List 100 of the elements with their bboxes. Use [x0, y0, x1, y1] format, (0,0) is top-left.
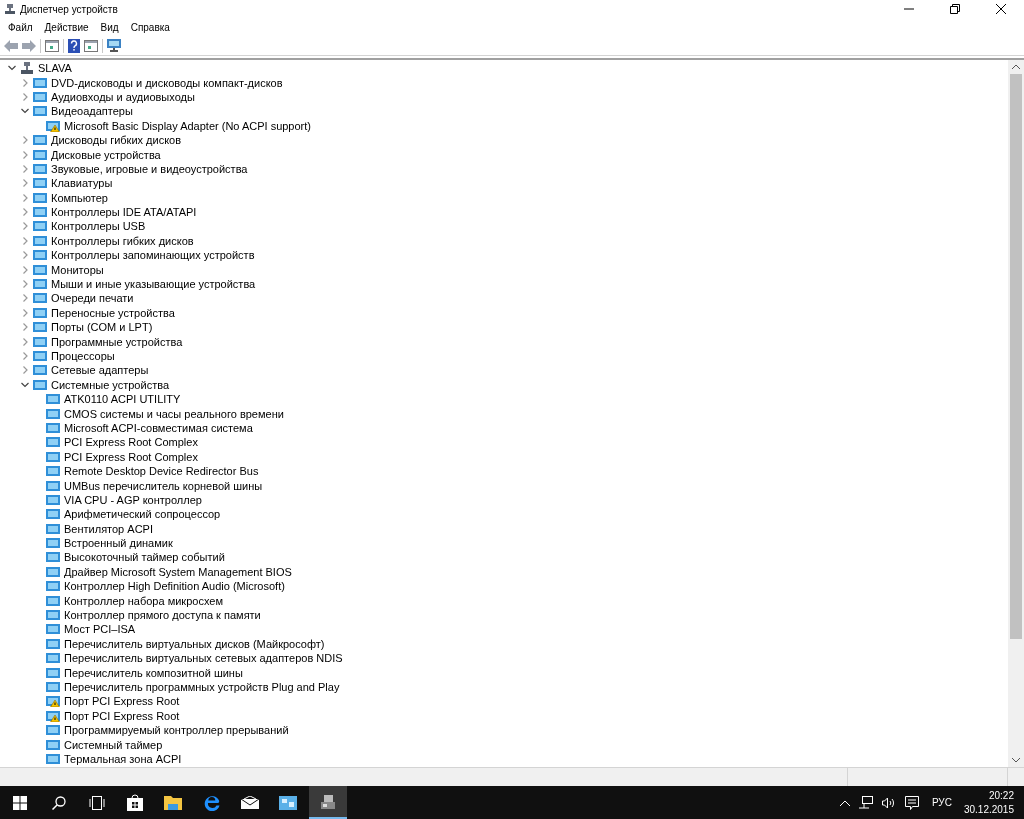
chevron-right-icon[interactable] [21, 294, 29, 303]
device-category[interactable]: Сетевые адаптеры [51, 363, 149, 378]
search-icon[interactable] [52, 795, 66, 810]
device-category[interactable]: Порты (COM и LPT) [51, 320, 153, 335]
device-item[interactable]: PCI Express Root Complex [64, 449, 198, 464]
device-item[interactable]: Термальная зона ACPI [64, 751, 182, 766]
device-item[interactable]: Мост PCI–ISA [64, 622, 136, 637]
scroll-down-icon[interactable] [1012, 758, 1020, 763]
device-category[interactable]: Процессоры [51, 349, 115, 363]
device-item[interactable]: Порт PCI Express Root [64, 694, 180, 709]
device-item[interactable]: Контроллер набора микросхем [64, 593, 223, 608]
clock-date[interactable]: 30.12.2015 [963, 802, 1014, 817]
chevron-right-icon[interactable] [21, 92, 29, 101]
language-indicator[interactable]: РУС [931, 795, 952, 810]
windows-start-icon[interactable] [13, 795, 27, 810]
browser-e-icon[interactable] [204, 794, 220, 811]
chevron-right-icon[interactable] [21, 337, 29, 346]
device-item[interactable]: Перечислитель виртуальных сетевых адаптеров NDIS [64, 651, 343, 666]
chevron-down-icon[interactable] [8, 64, 16, 73]
chevron-right-icon[interactable] [21, 366, 29, 375]
forward-arrow-icon[interactable] [22, 39, 36, 52]
chevron-right-icon[interactable] [21, 308, 29, 317]
device-item[interactable]: PCI Express Root Complex [64, 435, 198, 450]
chevron-right-icon[interactable] [21, 136, 29, 145]
device-item[interactable]: Встроенный динамик [64, 536, 173, 551]
device-category[interactable]: Контроллеры запоминающих устройств [51, 248, 255, 263]
device-category[interactable]: Аудиовходы и аудиовыходы [51, 89, 195, 104]
scrollbar[interactable] [1008, 60, 1024, 767]
device-item[interactable]: Перечислитель композитной шины [64, 665, 243, 680]
device-item[interactable]: Перечислитель виртуальных дисков (Майкрософт) [64, 636, 325, 651]
chevron-right-icon[interactable] [21, 150, 29, 159]
device-category[interactable]: Мониторы [51, 262, 104, 277]
shopping-bag-icon[interactable] [127, 794, 143, 811]
device-item[interactable]: Microsoft ACPI-совместимая система [64, 420, 253, 435]
scroll-up-icon[interactable] [1012, 64, 1020, 69]
device-item[interactable]: Арифметический сопроцессор [64, 507, 221, 522]
device-category[interactable]: Мыши и иные указывающие устройства [51, 277, 256, 292]
chevron-down-icon[interactable] [21, 380, 29, 389]
folder-icon[interactable] [164, 795, 182, 810]
device-category[interactable]: Видеоадаптеры [51, 104, 133, 119]
device-item[interactable]: Контроллер прямого доступа к памяти [64, 608, 261, 623]
device-item[interactable]: Высокоточный таймер событий [64, 550, 225, 565]
device-item[interactable]: Перечислитель программных устройств Plug and Play [64, 680, 340, 694]
help-icon[interactable] [68, 38, 80, 53]
window-icon[interactable] [84, 39, 98, 52]
device-item[interactable]: Порт PCI Express Root [64, 708, 180, 723]
menu-item[interactable]: Файл [2, 18, 39, 36]
chevron-down-icon[interactable] [21, 107, 29, 116]
chevron-right-icon[interactable] [21, 352, 29, 360]
menu-item[interactable]: Вид [94, 18, 125, 36]
device-category[interactable]: Переносные устройства [51, 305, 175, 320]
chevron-right-icon[interactable] [21, 222, 29, 231]
device-category[interactable]: Контроллеры гибких дисков [51, 233, 194, 248]
device-category[interactable]: Дисководы гибких дисков [51, 133, 182, 148]
chevron-right-icon[interactable] [21, 193, 29, 202]
device-category[interactable]: Звуковые, игровые и видеоустройства [51, 161, 248, 176]
device-item[interactable]: ATK0110 ACPI UTILITY [64, 392, 181, 407]
chevron-right-icon[interactable] [21, 236, 29, 245]
menu-item[interactable]: Справка [124, 18, 176, 36]
device-item[interactable]: Программируемый контроллер прерываний [64, 723, 289, 738]
device-category[interactable]: Дисковые устройства [51, 147, 161, 162]
notification-icon[interactable] [904, 795, 919, 810]
device-category[interactable]: DVD-дисководы и дисководы компакт-дисков [51, 75, 283, 90]
chevron-right-icon[interactable] [21, 265, 29, 274]
speaker-icon[interactable] [881, 796, 896, 809]
control-panel-icon[interactable] [279, 795, 297, 810]
device-category[interactable]: Контроллеры IDE ATA/ATAPI [51, 205, 197, 220]
menu-item[interactable]: Действие [38, 18, 95, 36]
device-category[interactable]: Системные устройства [51, 377, 169, 392]
device-item[interactable]: Вентилятор ACPI [64, 521, 153, 536]
device-category[interactable]: Клавиатуры [51, 176, 113, 191]
chevron-up-icon[interactable] [839, 799, 850, 806]
device-item[interactable]: CMOS системы и часы реального времени [64, 406, 284, 421]
envelope-icon[interactable] [241, 796, 259, 809]
device-category[interactable]: Контроллеры USB [51, 219, 146, 234]
device-item[interactable]: Системный таймер [64, 737, 163, 752]
device-item[interactable]: Microsoft Basic Display Adapter (No ACPI support) [64, 118, 311, 133]
chevron-right-icon[interactable] [21, 323, 29, 332]
device-category[interactable]: Программные устройства [51, 334, 183, 349]
device-item[interactable]: Remote Desktop Device Redirector Bus [64, 464, 259, 479]
device-category[interactable]: Очереди печати [51, 291, 134, 306]
chevron-right-icon[interactable] [21, 164, 29, 173]
chevron-right-icon[interactable] [21, 208, 29, 217]
network-icon[interactable] [858, 796, 873, 809]
chevron-right-icon[interactable] [21, 251, 29, 260]
chevron-right-icon[interactable] [21, 78, 29, 87]
monitor-icon[interactable] [107, 39, 121, 52]
clock-time[interactable]: 20:22 [988, 788, 1014, 803]
computer-name[interactable]: SLAVA [38, 61, 72, 76]
task-view-icon[interactable] [89, 795, 105, 810]
chevron-right-icon[interactable] [21, 280, 29, 289]
properties-icon[interactable] [45, 39, 59, 52]
device-item[interactable]: Драйвер Microsoft System Management BIOS [64, 564, 292, 579]
device-category[interactable]: Компьютер [51, 190, 108, 205]
chevron-right-icon[interactable] [21, 179, 29, 188]
back-arrow-icon[interactable] [4, 39, 18, 52]
device-item[interactable]: Контроллер High Definition Audio (Microsoft) [64, 579, 285, 594]
device-item[interactable]: UMBus перечислитель корневой шины [64, 478, 263, 493]
device-manager-taskbar-button[interactable] [309, 786, 347, 819]
device-item[interactable]: VIA CPU - AGP контроллер [64, 492, 202, 507]
